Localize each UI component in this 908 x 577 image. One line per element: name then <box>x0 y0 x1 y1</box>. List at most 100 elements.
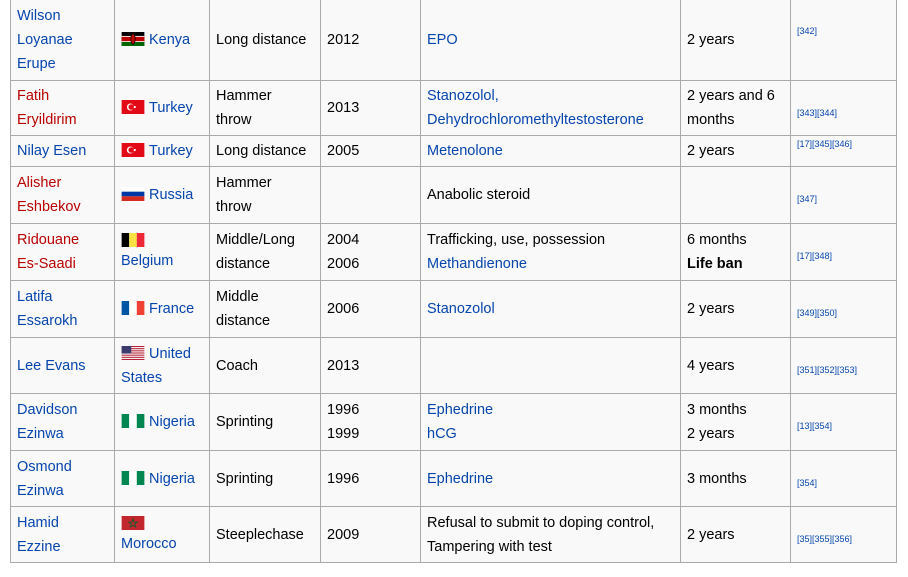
substance-text[interactable]: Metenolone <box>427 139 674 163</box>
athlete-name-link[interactable]: Hamid <box>17 511 108 535</box>
athlete-name-link[interactable]: Erupe <box>17 52 108 76</box>
athlete-name-link[interactable]: Loyanae <box>17 28 108 52</box>
athlete-name-link[interactable]: Osmond <box>17 455 108 479</box>
ban-text-bold: Life ban <box>687 256 743 272</box>
athlete-name-link[interactable]: Ridouane <box>17 228 108 252</box>
reference-link[interactable]: [342] <box>797 26 817 36</box>
substance-text[interactable]: Ephedrine <box>427 467 674 491</box>
reference-cell: [351][352][353] <box>790 337 897 394</box>
substance-text[interactable]: hCG <box>427 422 674 446</box>
table-row: Lee Evans United States Coach 2013 4 years [35… <box>10 337 897 394</box>
substance-cell: Trafficking, use, possession Methandienon… <box>420 223 681 281</box>
country-name: France <box>149 301 195 317</box>
substance-cell: Stanozolol <box>420 280 681 338</box>
country-name: Belgium <box>121 253 174 269</box>
athlete-cell: Ridouane Es-Saadi <box>10 223 115 281</box>
country-cell: Russia <box>114 166 210 224</box>
athlete-cell: Fatih Eryildirim <box>10 80 115 136</box>
event-cell: Sprinting <box>209 393 321 451</box>
substance-cell: Metenolone <box>420 135 681 167</box>
country-link[interactable]: Morocco <box>121 536 177 552</box>
year-text: 2012 <box>327 31 360 48</box>
athlete-name-link[interactable]: Wilson <box>17 4 108 28</box>
ban-text: months <box>687 112 735 128</box>
ban-cell <box>680 166 791 224</box>
event-text: Long distance <box>216 143 307 159</box>
year-text: 2006 <box>327 256 360 272</box>
substance-text[interactable]: Dehydrochloromethyltestosterone <box>427 108 674 132</box>
country-link[interactable]: Belgium <box>121 253 173 269</box>
france-flag-icon <box>121 301 145 315</box>
athlete-name-link[interactable]: Essarokh <box>17 309 108 333</box>
year-cell: 2013 <box>320 337 421 394</box>
country-link[interactable]: France <box>149 301 194 317</box>
reference-link[interactable]: [347] <box>797 194 817 204</box>
substance-text: Anabolic steroid <box>427 187 531 203</box>
reference-link[interactable]: [17][348] <box>797 251 832 261</box>
athlete-name-link[interactable]: Es-Saadi <box>17 252 108 276</box>
country-cell: United States <box>114 337 210 394</box>
athlete-name-link[interactable]: Ezinwa <box>17 479 108 503</box>
country-cell: Morocco <box>114 506 210 563</box>
year-text: 1996 <box>327 402 360 418</box>
athlete-name-link[interactable]: Ezzine <box>17 535 108 559</box>
athlete-name-link[interactable]: Fatih <box>17 84 108 108</box>
table-row: Osmond Ezinwa Nigeria Sprinting 1996 Ephedrin… <box>10 450 897 507</box>
event-cell: Hammer throw <box>209 80 321 136</box>
belgium-flag-icon <box>121 233 199 247</box>
ban-text: 2 years <box>687 143 735 159</box>
ban-cell: 3 months <box>680 450 791 507</box>
athlete-cell: Osmond Ezinwa <box>10 450 115 507</box>
substance-text[interactable]: Ephedrine <box>427 398 674 422</box>
substance-text[interactable]: EPO <box>427 28 674 52</box>
athlete-name-link[interactable]: Nilay Esen <box>17 139 108 163</box>
event-text: Long distance <box>216 31 307 48</box>
reference-link[interactable]: [349][350] <box>797 308 837 318</box>
substance-text[interactable]: Methandienone <box>427 252 674 276</box>
country-link-continued[interactable]: States <box>121 366 203 390</box>
country-name: Turkey <box>149 100 193 116</box>
year-text: 2013 <box>327 357 360 374</box>
ban-cell: 2 years <box>680 280 791 338</box>
country-link[interactable]: Kenya <box>149 32 190 48</box>
country-link[interactable]: Turkey <box>149 143 193 159</box>
athlete-name-link[interactable]: Lee Evans <box>17 354 108 378</box>
morocco-flag-icon <box>121 515 199 530</box>
year-text: 2009 <box>327 526 360 543</box>
athlete-name-link[interactable]: Davidson <box>17 398 108 422</box>
athlete-name-link[interactable]: Eshbekov <box>17 195 108 219</box>
reference-cell: [349][350] <box>790 280 897 338</box>
country-link[interactable]: Nigeria <box>149 414 195 430</box>
athlete-name-link[interactable]: Ezinwa <box>17 422 108 446</box>
event-cell: Sprinting <box>209 450 321 507</box>
country-link[interactable]: Turkey <box>149 100 193 116</box>
country-link[interactable]: United <box>149 346 191 362</box>
country-name: Russia <box>149 187 194 203</box>
reference-link[interactable]: [17][345][346] <box>797 139 852 149</box>
substance-cell: Ephedrine hCG <box>420 393 681 451</box>
country-name: Nigeria <box>149 414 195 430</box>
athlete-name-link[interactable]: Alisher <box>17 171 108 195</box>
event-text: Middle/Long <box>216 232 295 248</box>
event-text: Sprinting <box>216 470 274 487</box>
event-cell: Steeplechase <box>209 506 321 563</box>
reference-link[interactable]: [35][355][356] <box>797 534 852 544</box>
athlete-name-link[interactable]: Eryildirim <box>17 108 108 132</box>
country-cell: Belgium <box>114 223 210 281</box>
country-link[interactable]: Nigeria <box>149 471 195 487</box>
reference-link[interactable]: [354] <box>797 478 817 488</box>
substance-text[interactable]: Stanozolol <box>427 297 674 321</box>
reference-link[interactable]: [13][354] <box>797 421 832 431</box>
ban-cell: 3 months 2 years <box>680 393 791 451</box>
substance-cell: Refusal to submit to doping control, Tamp… <box>420 506 681 563</box>
athlete-cell: Latifa Essarokh <box>10 280 115 338</box>
country-link[interactable]: Russia <box>149 187 193 203</box>
substance-cell: EPO <box>420 0 681 81</box>
ban-cell: 6 months Life ban <box>680 223 791 281</box>
country-cell: Turkey <box>114 80 210 136</box>
reference-link[interactable]: [343][344] <box>797 108 837 118</box>
substance-text[interactable]: Stanozolol, <box>427 84 674 108</box>
athlete-name-link[interactable]: Latifa <box>17 285 108 309</box>
turkey-flag-icon <box>121 100 145 114</box>
reference-link[interactable]: [351][352][353] <box>797 365 857 375</box>
